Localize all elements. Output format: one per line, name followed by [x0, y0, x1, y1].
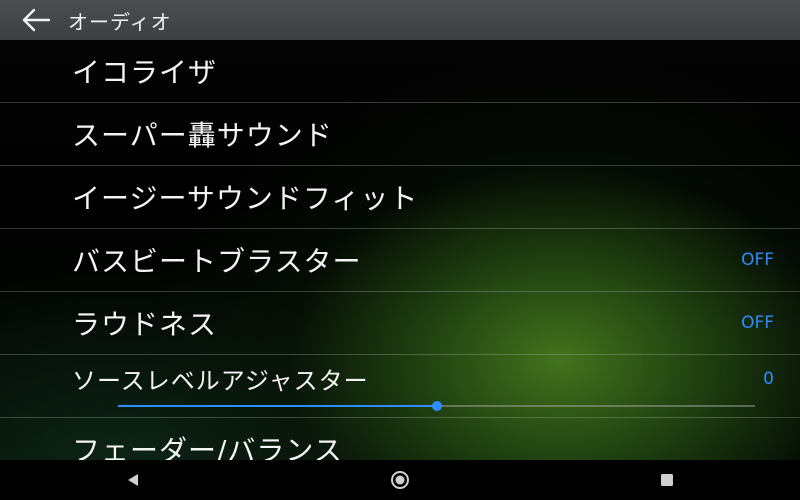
square-recents-icon: [660, 474, 673, 486]
list-item-label: ラウドネス: [72, 308, 218, 341]
system-nav-bar: [0, 460, 800, 500]
circle-home-icon: [390, 471, 409, 489]
arrow-left-icon: [22, 8, 51, 32]
slider-thumb[interactable]: [431, 401, 442, 411]
page-title: オーディオ: [68, 9, 172, 34]
list-item-label: ソースレベルアジャスター: [72, 367, 369, 395]
list-item-loudness[interactable]: ラウドネス OFF: [0, 292, 800, 355]
list-item-label: イコライザ: [72, 56, 218, 89]
settings-list: イコライザ スーパー轟サウンド イージーサウンドフィット バスビートブラスター …: [0, 40, 800, 480]
list-item-label: イージーサウンドフィット: [72, 182, 419, 215]
status-value: OFF: [741, 250, 774, 270]
app-bar: オーディオ: [0, 0, 800, 40]
list-item-source-level-adjuster: ソースレベルアジャスター 0: [0, 355, 800, 418]
source-level-slider[interactable]: [118, 401, 755, 411]
nav-back-button[interactable]: [103, 460, 163, 500]
triangle-back-icon: [128, 474, 139, 486]
slider-value: 0: [763, 369, 774, 389]
list-item-label: スーパー轟サウンド: [72, 119, 333, 152]
list-item-label: バスビートブラスター: [72, 245, 362, 278]
list-item-equalizer[interactable]: イコライザ: [0, 40, 800, 103]
slider-fill: [118, 405, 437, 407]
list-item-super-todoroki-sound[interactable]: スーパー轟サウンド: [0, 103, 800, 166]
nav-home-button[interactable]: [370, 460, 430, 500]
list-item-easy-sound-fit[interactable]: イージーサウンドフィット: [0, 166, 800, 229]
list-item-bass-beat-blaster[interactable]: バスビートブラスター OFF: [0, 229, 800, 292]
status-value: OFF: [741, 313, 774, 333]
nav-recents-button[interactable]: [637, 460, 697, 500]
audio-settings-screen: オーディオ イコライザ スーパー轟サウンド イージーサウンドフィット バスビート…: [0, 0, 800, 500]
back-button[interactable]: [8, 0, 64, 40]
